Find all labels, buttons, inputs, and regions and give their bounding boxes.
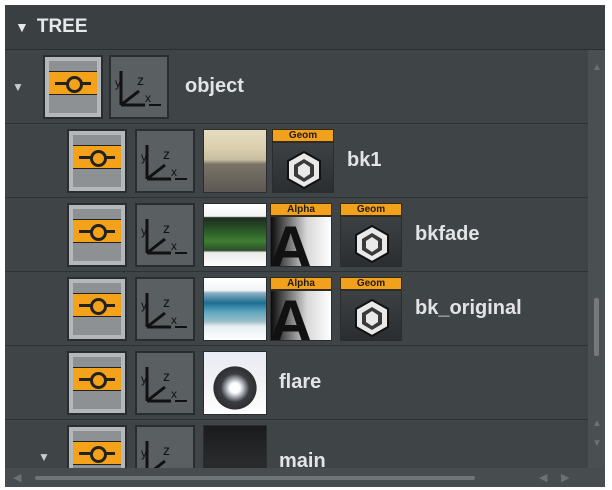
horizontal-scroll-thumb[interactable] <box>35 476 475 480</box>
horizontal-scrollbar[interactable]: ◀ ◀ ▶ <box>5 468 605 487</box>
texture-thumbnail[interactable] <box>203 129 267 193</box>
scroll-up-icon[interactable]: ▲ <box>592 418 602 429</box>
tree-node-label[interactable]: bk_original <box>415 272 522 345</box>
scroll-down-icon[interactable]: ▼ <box>592 438 602 449</box>
texture-thumbnail[interactable] <box>203 277 267 341</box>
axis-transform-icon[interactable]: y z x <box>135 129 195 193</box>
svg-text:x: x <box>171 239 177 253</box>
scroll-left-icon[interactable]: ◀ <box>539 471 547 484</box>
alpha-plugin-icon[interactable]: Alpha A <box>269 203 333 267</box>
tree-node-label[interactable]: main <box>279 425 326 468</box>
axis-transform-icon[interactable]: y z x <box>135 203 195 267</box>
alpha-plugin-icon[interactable]: Alpha A <box>269 277 333 341</box>
scroll-left-icon[interactable]: ◀ <box>13 471 21 484</box>
svg-text:x: x <box>171 313 177 327</box>
svg-text:y: y <box>141 224 147 238</box>
axis-z-label: z <box>137 72 144 88</box>
tree-row[interactable]: y z x flare <box>5 346 588 420</box>
svg-text:x: x <box>171 165 177 179</box>
texture-thumbnail[interactable] <box>203 351 267 415</box>
svg-text:x: x <box>171 387 177 401</box>
lock-toggle-icon[interactable] <box>67 277 127 341</box>
lock-toggle-icon[interactable] <box>43 55 103 119</box>
svg-text:y: y <box>141 150 147 164</box>
axis-y-label: y <box>115 76 121 90</box>
svg-text:y: y <box>141 298 147 312</box>
tree-row[interactable]: ▼ y z main <box>5 420 588 468</box>
tree-row[interactable]: ▼ y z x object <box>5 50 588 124</box>
geom-plugin-icon[interactable]: Geom <box>271 129 335 193</box>
geom-plugin-icon[interactable]: Geom <box>339 277 403 341</box>
scroll-up-icon[interactable]: ▲ <box>592 62 602 73</box>
svg-text:z: z <box>163 442 170 458</box>
lock-toggle-icon[interactable] <box>67 425 127 468</box>
triangle-down-icon[interactable]: ▼ <box>15 19 29 35</box>
vertical-scrollbar[interactable]: ▲ ▲ ▼ <box>588 50 605 468</box>
svg-text:y: y <box>141 372 147 386</box>
axis-transform-icon[interactable]: y z x <box>135 277 195 341</box>
axis-transform-icon[interactable]: y z x <box>109 55 169 119</box>
expand-triangle-icon[interactable]: ▼ <box>12 80 24 94</box>
tree-node-label[interactable]: flare <box>279 346 321 419</box>
texture-thumbnail[interactable] <box>203 203 267 267</box>
svg-text:z: z <box>163 368 170 384</box>
vertical-scroll-thumb[interactable] <box>594 298 599 356</box>
tree-rows: ▼ y z x object y z x Geom bk1 y z x Alph… <box>5 50 588 468</box>
lock-toggle-icon[interactable] <box>67 203 127 267</box>
axis-transform-icon[interactable]: y z x <box>135 351 195 415</box>
tree-node-label[interactable]: bk1 <box>347 124 381 197</box>
tree-node-label[interactable]: bkfade <box>415 198 479 271</box>
svg-text:z: z <box>163 146 170 162</box>
svg-text:z: z <box>163 220 170 236</box>
tree-row[interactable]: y z x Geom bk1 <box>5 124 588 198</box>
tree-row[interactable]: y z x Alpha A Geom b <box>5 198 588 272</box>
axis-transform-icon[interactable]: y z <box>135 425 195 468</box>
lock-toggle-icon[interactable] <box>67 351 127 415</box>
lock-toggle-icon[interactable] <box>67 129 127 193</box>
expand-triangle-icon[interactable]: ▼ <box>38 450 50 464</box>
tree-node-label[interactable]: object <box>185 50 244 123</box>
geom-plugin-icon[interactable]: Geom <box>339 203 403 267</box>
tree-row[interactable]: y z x Alpha A Geom b <box>5 272 588 346</box>
scroll-right-icon[interactable]: ▶ <box>561 471 569 484</box>
svg-text:y: y <box>141 446 147 460</box>
tree-panel: ▼ TREE ▼ y z x object y z x Geom bk1 y z… <box>5 5 605 487</box>
texture-thumbnail[interactable] <box>203 425 267 468</box>
panel-title: TREE <box>36 16 88 37</box>
svg-text:z: z <box>163 294 170 310</box>
tree-header[interactable]: ▼ TREE <box>5 5 605 50</box>
axis-x-label: x <box>145 91 151 105</box>
